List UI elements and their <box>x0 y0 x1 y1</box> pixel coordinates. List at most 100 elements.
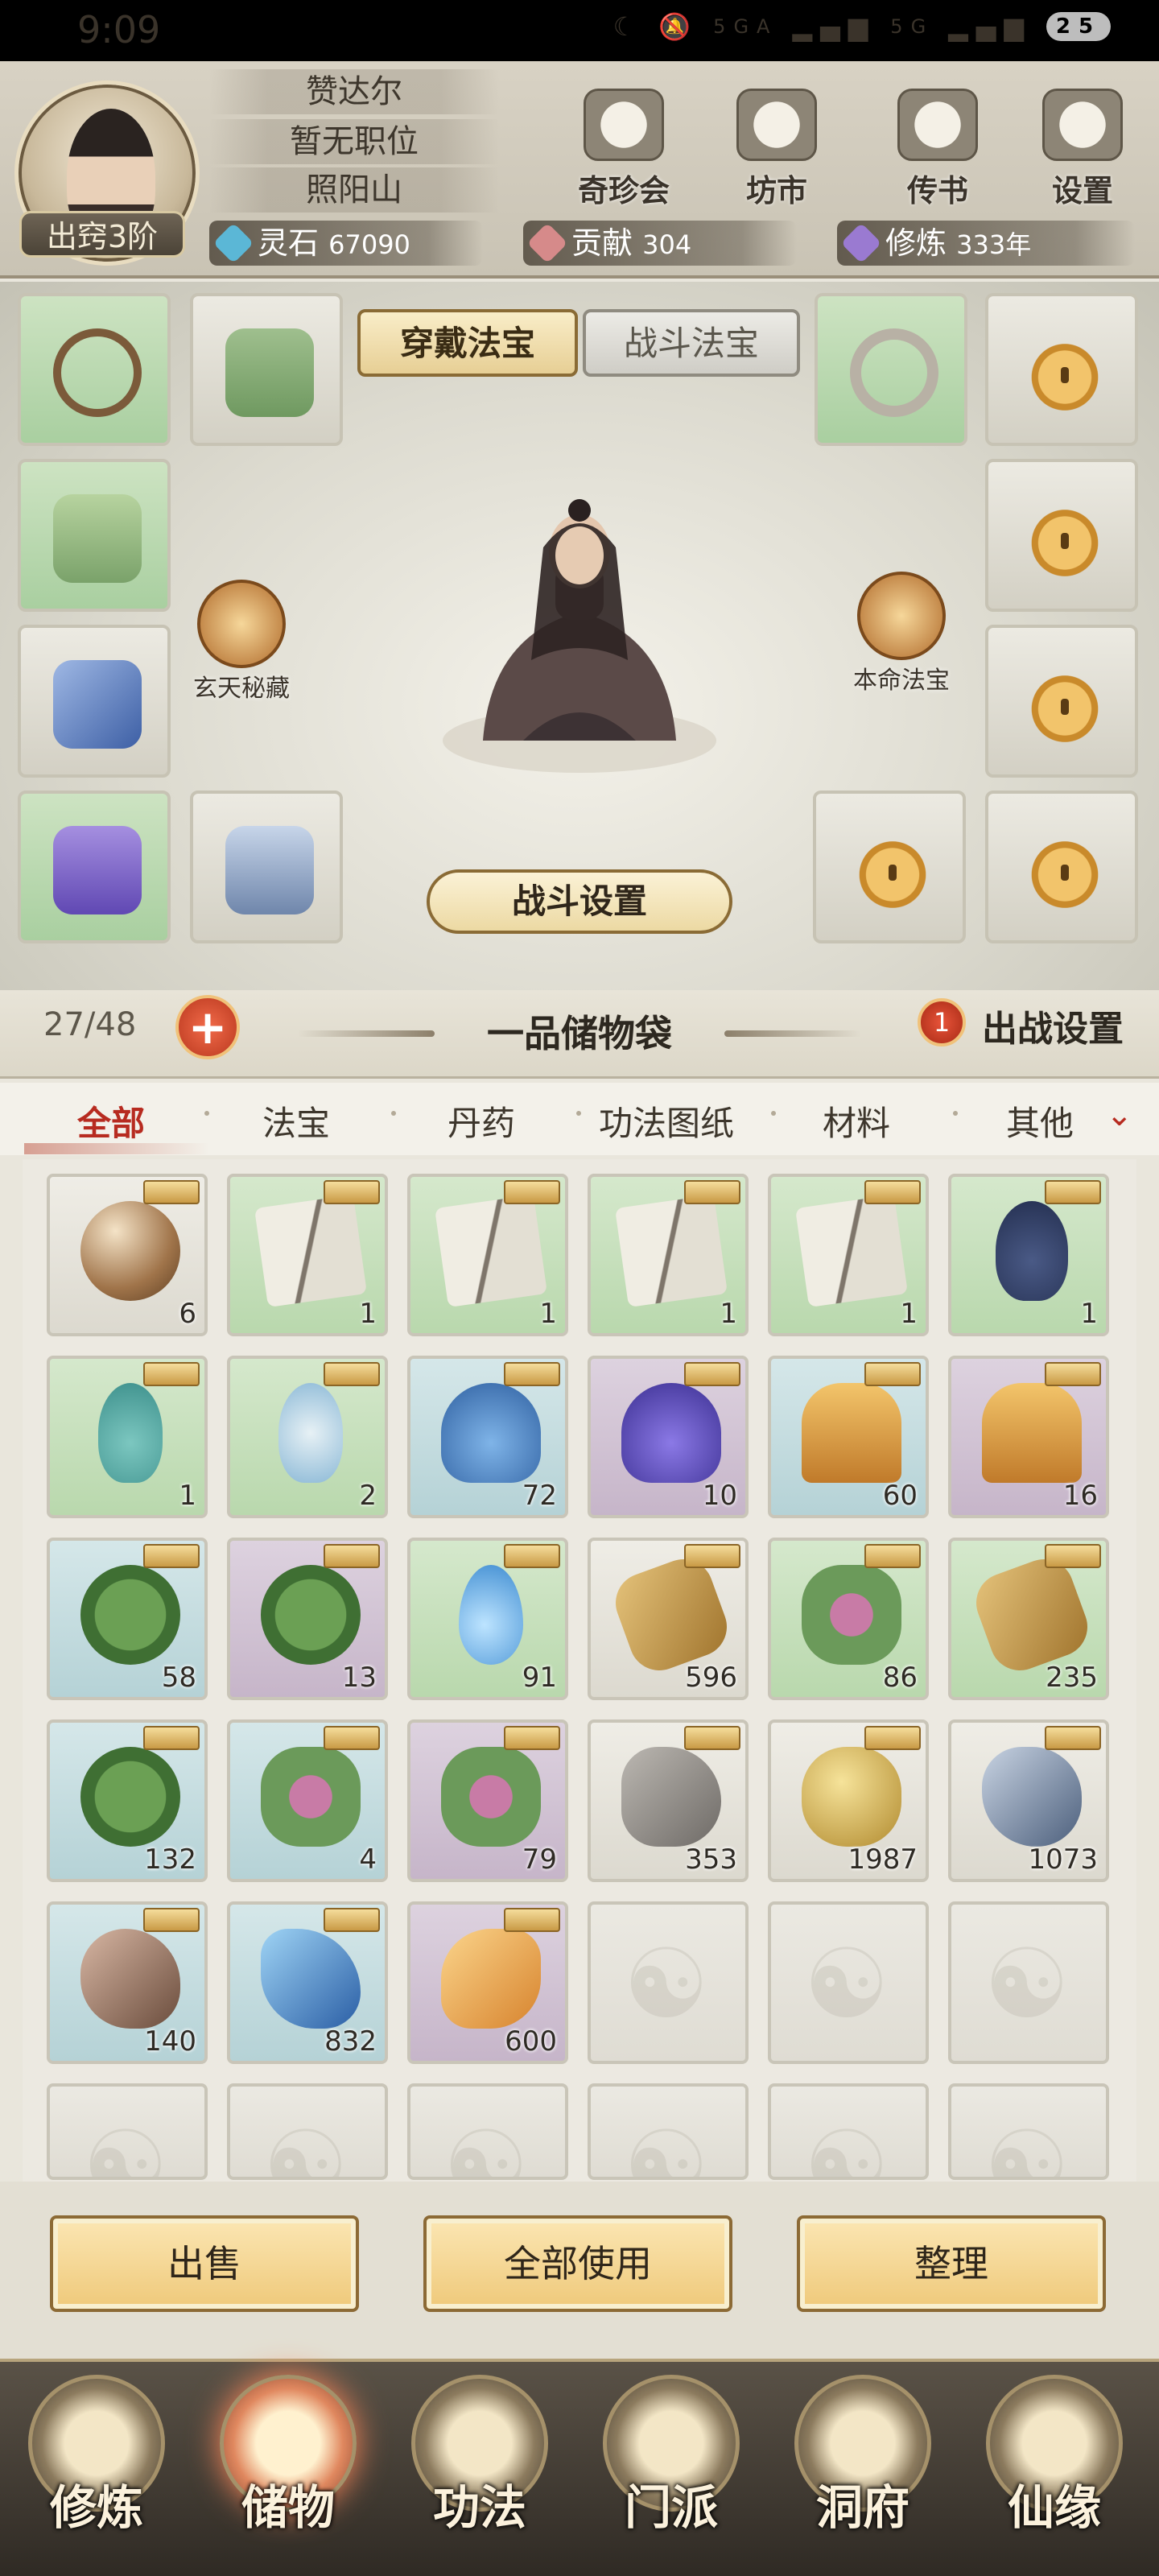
use-all-button[interactable]: 全部使用 <box>423 2215 732 2312</box>
tab-wear-treasure[interactable]: 穿戴法宝 <box>357 309 578 377</box>
equip-slot-robe[interactable] <box>18 459 171 612</box>
inventory-item[interactable]: 60 <box>768 1356 929 1518</box>
inventory-item[interactable]: 16 <box>948 1356 1109 1518</box>
item-quantity: 58 <box>161 1662 196 1694</box>
market-button[interactable]: 坊市 <box>716 89 837 217</box>
inventory-item[interactable]: 1 <box>588 1174 749 1336</box>
tab-treasure[interactable]: 法宝 <box>262 1096 330 1146</box>
item-quantity: 72 <box>522 1480 557 1512</box>
battle-settings-button[interactable]: 战斗设置 <box>427 869 732 934</box>
inventory-item[interactable]: 1073 <box>948 1719 1109 1882</box>
secret-treasury-button[interactable]: 玄天秘藏 <box>193 580 290 704</box>
locked-slot[interactable] <box>985 625 1138 778</box>
inventory-item[interactable]: 10 <box>588 1356 749 1518</box>
item-tag-icon <box>1045 1362 1101 1386</box>
inventory-item[interactable]: 1 <box>47 1356 208 1518</box>
empty-slot[interactable] <box>948 1901 1109 2064</box>
tab-all[interactable]: 全部 <box>77 1096 145 1146</box>
status-icons: ☾ 🔕 5GA ▂▄▆ 5G ▂▄▆ 25 <box>613 11 1111 42</box>
item-tag-icon <box>864 1544 921 1568</box>
inventory-item[interactable]: 6 <box>47 1174 208 1336</box>
inventory-item[interactable]: 91 <box>407 1538 568 1700</box>
equip-slot-gloves[interactable] <box>18 625 171 778</box>
inventory-item[interactable]: 1 <box>407 1174 568 1336</box>
tab-separator <box>576 1111 581 1116</box>
item-tag-icon <box>324 1180 380 1204</box>
inventory-item[interactable]: 13 <box>227 1538 388 1700</box>
inventory-item[interactable]: 79 <box>407 1719 568 1882</box>
mute-icon: 🔕 <box>658 11 699 42</box>
tab-manuals[interactable]: 功法图纸 <box>599 1096 734 1146</box>
nav-storage-bag[interactable]: 储物 <box>208 2375 369 2560</box>
chevron-down-icon[interactable]: ⌄ <box>1106 1096 1133 1133</box>
lock-icon <box>1021 826 1109 914</box>
cultivation-label: 修炼 <box>885 225 947 261</box>
tab-pills[interactable]: 丹药 <box>448 1096 515 1146</box>
root-icon <box>607 1550 736 1679</box>
equip-slot-necklace[interactable] <box>18 293 171 446</box>
empty-slot[interactable] <box>227 2083 388 2180</box>
inventory-item[interactable]: 832 <box>227 1901 388 2064</box>
empty-slot[interactable] <box>588 1901 749 2064</box>
inventory-item[interactable]: 1 <box>948 1174 1109 1336</box>
empty-slot[interactable] <box>768 2083 929 2180</box>
locked-slot[interactable] <box>813 791 966 943</box>
empty-slot[interactable] <box>948 2083 1109 2180</box>
inventory-item[interactable]: 86 <box>768 1538 929 1700</box>
nav-cultivate[interactable]: 修炼 <box>16 2375 177 2560</box>
equip-slot-ring[interactable] <box>815 293 967 446</box>
nav-cave[interactable]: 洞府 <box>782 2375 943 2560</box>
sell-button[interactable]: 出售 <box>50 2215 359 2312</box>
equip-slot-hat[interactable] <box>190 293 343 446</box>
expand-bag-button[interactable]: + <box>175 995 240 1059</box>
inventory-item[interactable]: 353 <box>588 1719 749 1882</box>
inventory-item[interactable]: 1987 <box>768 1719 929 1882</box>
locked-slot[interactable] <box>985 791 1138 943</box>
equip-slot-boots[interactable] <box>190 791 343 943</box>
tab-materials[interactable]: 材料 <box>823 1096 890 1146</box>
sort-button[interactable]: 整理 <box>797 2215 1106 2312</box>
item-quantity: 2 <box>359 1480 377 1512</box>
empty-slot[interactable] <box>588 2083 749 2180</box>
inventory-item[interactable]: 4 <box>227 1719 388 1882</box>
locked-slot[interactable] <box>985 293 1138 446</box>
tab-other[interactable]: 其他 <box>1006 1096 1074 1146</box>
inventory-item[interactable]: 235 <box>948 1538 1109 1700</box>
empty-slot[interactable] <box>407 2083 568 2180</box>
item-tag-icon <box>324 1908 380 1932</box>
inventory-item[interactable]: 140 <box>47 1901 208 2064</box>
life-treasure-button[interactable]: 本命法宝 <box>853 572 950 696</box>
item-quantity: 16 <box>1062 1480 1098 1512</box>
item-tag-icon <box>324 1544 380 1568</box>
empty-slot[interactable] <box>768 1901 929 2064</box>
nav-manual[interactable]: 功法 <box>399 2375 560 2560</box>
item-quantity: 10 <box>702 1480 737 1512</box>
herb-icon <box>261 1747 361 1847</box>
book-icon <box>434 1194 548 1308</box>
signal-icon: ▂▄▆ <box>948 11 1032 42</box>
inventory-item[interactable]: 600 <box>407 1901 568 2064</box>
item-tag-icon <box>684 1726 740 1750</box>
lock-icon <box>1021 494 1109 583</box>
inventory-item[interactable]: 2 <box>227 1356 388 1518</box>
settings-button[interactable]: 设置 <box>1022 89 1143 217</box>
item-quantity: 140 <box>144 2025 196 2058</box>
deploy-settings-button[interactable]: 出战设置 <box>982 1000 1124 1051</box>
inventory-item[interactable]: 1 <box>227 1174 388 1336</box>
inventory-item[interactable]: 72 <box>407 1356 568 1518</box>
nav-destiny[interactable]: 仙缘 <box>974 2375 1135 2560</box>
spirit-stone-counter: 灵石 67090 <box>209 221 483 266</box>
nav-sect[interactable]: 门派 <box>591 2375 752 2560</box>
inventory-item[interactable]: 132 <box>47 1719 208 1882</box>
inventory-item[interactable]: 58 <box>47 1538 208 1700</box>
inventory-item[interactable]: 596 <box>588 1538 749 1700</box>
message-button[interactable]: 传书 <box>877 89 998 217</box>
empty-slot[interactable] <box>47 2083 208 2180</box>
inventory-item[interactable]: 1 <box>768 1174 929 1336</box>
treasure-pavilion-icon <box>584 89 664 161</box>
tab-battle-treasure[interactable]: 战斗法宝 <box>583 309 800 377</box>
equip-slot-pants[interactable] <box>18 791 171 943</box>
ornament-divider <box>298 1030 435 1037</box>
locked-slot[interactable] <box>985 459 1138 612</box>
treasure-pavilion-button[interactable]: 奇珍会 <box>563 89 684 217</box>
